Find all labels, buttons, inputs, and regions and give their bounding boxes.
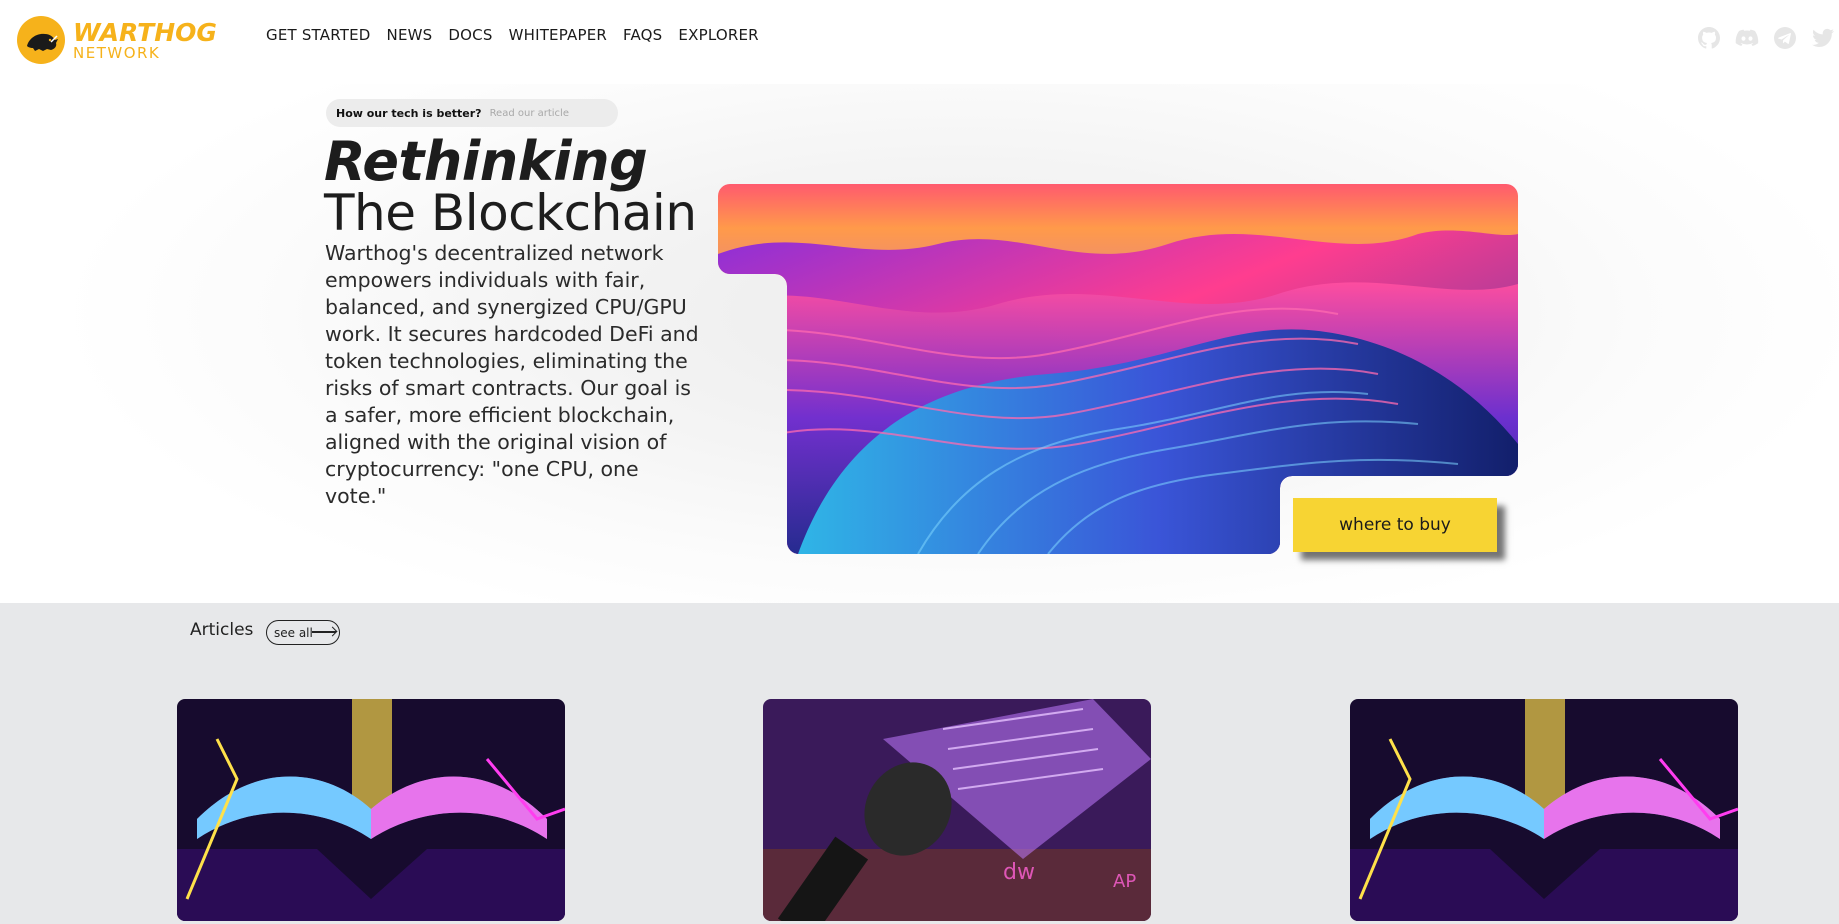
svg-text:AP: AP — [1113, 871, 1136, 892]
hero-description: Warthog's decentralized network empowers… — [325, 241, 699, 508]
hero-section: How our tech is better? Read our article… — [0, 84, 1839, 603]
logo-subtitle: NETWORK — [73, 43, 161, 62]
twitter-icon[interactable] — [1811, 26, 1835, 50]
nav-explorer[interactable]: EXPLORER — [678, 26, 758, 44]
nav-docs[interactable]: DOCS — [448, 26, 492, 44]
warthog-icon — [17, 16, 65, 64]
main-menu: GET STARTED NEWS DOCS WHITEPAPER FAQS EX… — [266, 26, 759, 44]
pill-read-link[interactable]: Read our article — [490, 108, 569, 119]
article-card-image[interactable] — [1350, 699, 1738, 921]
nav-faqs[interactable]: FAQS — [623, 26, 662, 44]
discord-icon[interactable] — [1735, 26, 1759, 50]
github-icon[interactable] — [1697, 26, 1721, 50]
where-to-buy-button[interactable]: where to buy — [1293, 498, 1497, 552]
top-navigation: WARTHOG NETWORK GET STARTED NEWS DOCS WH… — [0, 0, 1839, 84]
pill-question: How our tech is better? — [336, 106, 482, 120]
hero-title: The Blockchain — [324, 184, 697, 242]
logo-title: WARTHOG — [73, 17, 217, 47]
arrow-right-icon — [312, 631, 336, 633]
see-all-button[interactable]: see all — [266, 620, 340, 645]
article-card-image[interactable] — [177, 699, 565, 921]
telegram-icon[interactable] — [1773, 26, 1797, 50]
nav-whitepaper[interactable]: WHITEPAPER — [509, 26, 607, 44]
see-all-label: see all — [274, 625, 313, 640]
nav-get-started[interactable]: GET STARTED — [266, 26, 371, 44]
social-links — [1697, 26, 1835, 50]
brand-logo[interactable]: WARTHOG NETWORK — [17, 16, 217, 64]
articles-heading: Articles — [190, 620, 254, 640]
svg-text:dw: dw — [1003, 860, 1035, 885]
articles-section: Articles see all dw AP — [0, 603, 1839, 924]
nav-news[interactable]: NEWS — [387, 26, 433, 44]
article-card-image[interactable]: dw AP — [763, 699, 1151, 921]
tech-article-pill[interactable]: How our tech is better? Read our article — [326, 99, 618, 127]
